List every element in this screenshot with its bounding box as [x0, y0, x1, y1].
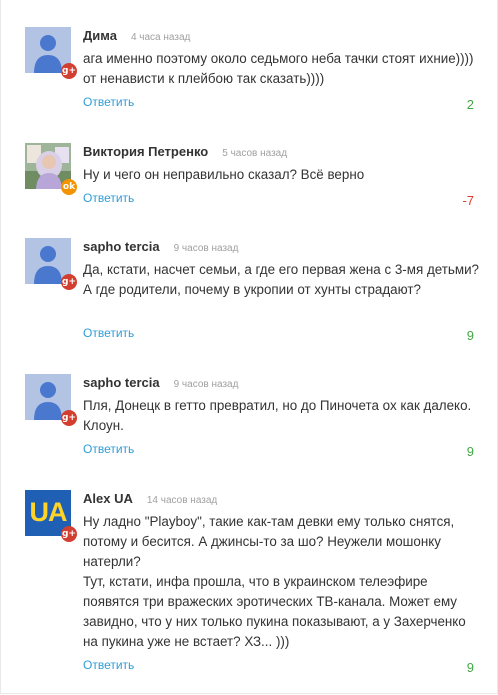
- author-name[interactable]: Виктория Петренко: [83, 144, 208, 159]
- comment-author-line: Виктория Петренко 5 часов назад: [83, 144, 287, 159]
- reply-link[interactable]: Ответить: [83, 326, 134, 340]
- google-plus-icon: g+: [61, 274, 77, 290]
- reply-link[interactable]: Ответить: [83, 442, 134, 456]
- odnoklassniki-icon: ok: [61, 179, 77, 195]
- avatar[interactable]: ok: [25, 143, 77, 195]
- comment-time: 14 часов назад: [146, 495, 218, 506]
- comment-author-line: sapho tercia 9 часов назад: [83, 375, 238, 390]
- google-plus-icon: g+: [61, 63, 77, 79]
- author-name[interactable]: sapho tercia: [83, 239, 160, 254]
- author-name[interactable]: sapho tercia: [83, 375, 160, 390]
- comment-time: 9 часов назад: [173, 379, 239, 390]
- comment-score: 9: [466, 328, 474, 343]
- ua-avatar-text: UA: [29, 497, 68, 527]
- reply-link[interactable]: Ответить: [83, 191, 134, 205]
- google-plus-icon: g+: [61, 410, 77, 426]
- avatar[interactable]: g+: [25, 238, 77, 290]
- comment-score: 2: [466, 97, 474, 112]
- comment-author-line: Alex UA 14 часов назад: [83, 491, 217, 506]
- comment-text: Ну и чего он неправильно сказал? Всё вер…: [83, 167, 365, 182]
- comment-time: 9 часов назад: [173, 243, 239, 254]
- comment-author-line: sapho tercia 9 часов назад: [83, 239, 238, 254]
- comment-text: Ну ладно "Playboy", такие как-там девки …: [83, 514, 466, 649]
- comment-time: 4 часа назад: [130, 32, 191, 43]
- comment-score: -7: [462, 193, 474, 208]
- avatar[interactable]: g+: [25, 27, 77, 79]
- comment-author-line: Дима 4 часа назад: [83, 28, 190, 43]
- author-name[interactable]: Дима: [83, 28, 117, 43]
- comment-text: Да, кстати, насчет семьи, а где его перв…: [83, 262, 480, 297]
- comment-score: 9: [466, 660, 474, 675]
- comment-score: 9: [466, 444, 474, 459]
- comment-text: ага именно поэтому около седьмого неба т…: [83, 51, 474, 86]
- author-name[interactable]: Alex UA: [83, 491, 133, 506]
- avatar[interactable]: UA g+: [25, 490, 77, 542]
- reply-link[interactable]: Ответить: [83, 95, 134, 109]
- comment-time: 5 часов назад: [222, 148, 288, 159]
- avatar[interactable]: g+: [25, 374, 77, 426]
- comment-text: Пля, Донецк в гетто превратил, но до Пин…: [83, 398, 472, 433]
- reply-link[interactable]: Ответить: [83, 658, 134, 672]
- google-plus-icon: g+: [61, 526, 77, 542]
